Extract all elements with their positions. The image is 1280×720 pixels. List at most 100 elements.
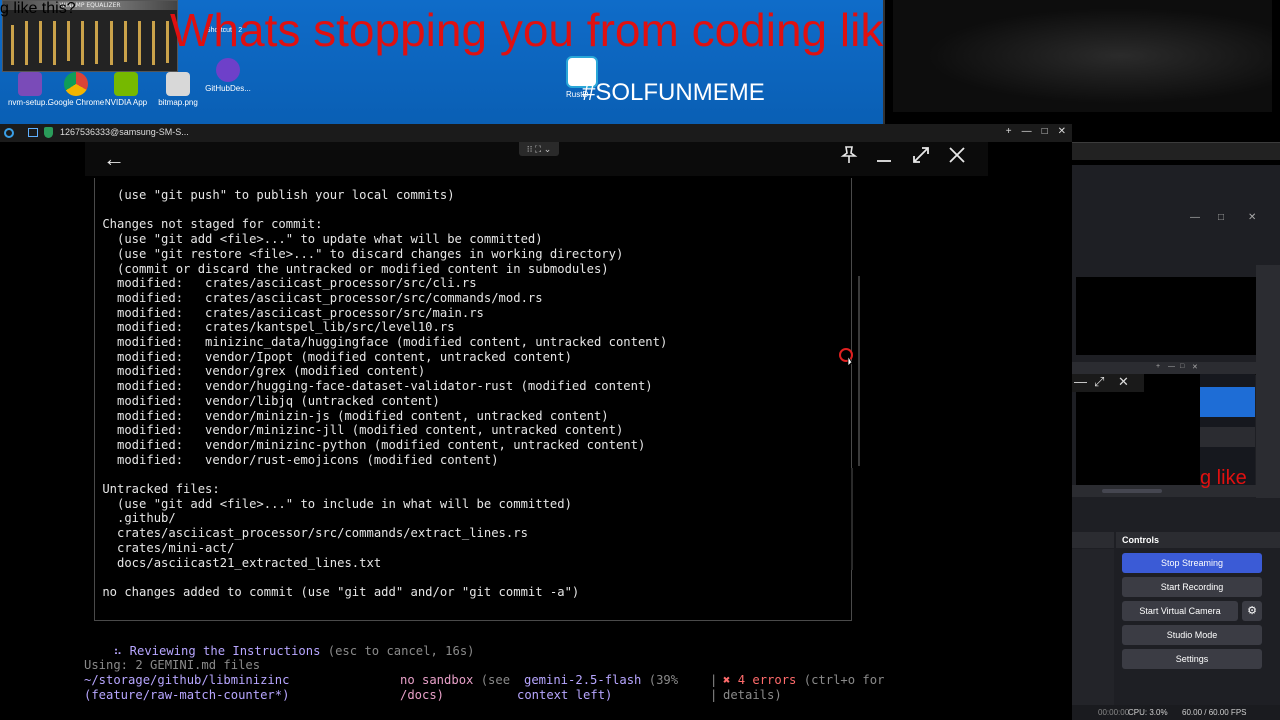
terminal-line: modified: vendor/minizinc-python (modifi… (95, 437, 646, 452)
nested-titlebar: + — □ ✕ (1072, 362, 1256, 374)
nested-controls: — ⤢ ✕ (1072, 374, 1144, 392)
obs-scroll-thumb[interactable] (1102, 489, 1162, 493)
nvidia-icon (114, 72, 138, 96)
terminal-line: (use "git add <file>..." to include in w… (95, 496, 572, 511)
fps-readout: 60.00 / 60.00 FPS (1182, 708, 1247, 717)
cursor-icon-svg (839, 348, 855, 367)
gear-icon[interactable]: ⚙ (1242, 601, 1262, 621)
maximize-icon[interactable]: □ (1218, 212, 1224, 223)
terminal-line: docs/asciicast21_extracted_lines.txt (95, 555, 382, 570)
minimize-icon[interactable]: — (1074, 374, 1087, 389)
terminal-line: no changes added to commit (use "git add… (95, 584, 580, 599)
back-arrow-icon[interactable]: ← (103, 146, 125, 172)
context-files: Using: 2 GEMINI.md files (84, 658, 261, 672)
terminal-line: modified: vendor/hugging-face-dataset-va… (95, 379, 653, 394)
controls-dock-title: Controls (1116, 532, 1280, 548)
start-recording-button[interactable]: Start Recording (1122, 577, 1262, 597)
desktop-icon-github-desktop[interactable]: GitHubDes... (198, 58, 258, 94)
desktop-icon-label: GitHubDes... (205, 84, 251, 93)
obs-preview-text: g like this? (0, 0, 76, 17)
terminal-line: modified: vendor/minizin-js (modified co… (95, 408, 609, 423)
expand-icon-svg (913, 147, 929, 163)
studio-mode-button[interactable]: Studio Mode (1122, 625, 1262, 645)
thinking-hint: (esc to cancel, 16s) (320, 644, 475, 658)
window-controls: + — □ ✕ (1006, 126, 1066, 137)
error-status[interactable]: ✖ 4 errors (ctrl+o for (723, 673, 884, 688)
obs-preview (1076, 277, 1256, 355)
sandbox-label: no sandbox (400, 673, 474, 687)
desktop-icon-label: NVIDIA App (104, 98, 148, 107)
add-icon[interactable]: + (1156, 363, 1160, 370)
mirror-menu-handle[interactable]: ⁝⁝ ⛶ ⌄ (519, 142, 559, 156)
minimize-icon[interactable]: — (1168, 363, 1175, 370)
close-icon[interactable]: ✕ (1192, 363, 1198, 371)
pin-icon[interactable] (840, 145, 858, 171)
remote-window-title: 1267536333@samsung-SM-S... (60, 127, 189, 137)
expand-icon[interactable]: ⤢ (1094, 374, 1104, 390)
shield-icon (44, 127, 53, 138)
terminal-line: modified: vendor/minizinc-jll (modified … (95, 423, 624, 438)
terminal-line: crates/mini-act/ (95, 540, 235, 555)
chrome-icon (64, 72, 88, 96)
close-icon[interactable]: ✕ (1248, 212, 1256, 223)
terminal-line: modified: crates/asciicast_processor/src… (95, 276, 477, 291)
desktop-icon-label: bitmap.png (158, 98, 198, 107)
spinner-icon: ⠦ (113, 644, 123, 658)
terminal-line: (use "git push" to publish your local co… (95, 188, 455, 202)
desktop-icon-nvidia-app[interactable]: NVIDIA App (96, 72, 156, 108)
model-status: gemini-2.5-flash (39% (524, 673, 678, 688)
scrollbar[interactable] (858, 276, 860, 466)
image-file-icon (166, 72, 190, 96)
start-virtual-camera-button[interactable]: Start Virtual Camera (1122, 601, 1238, 621)
eq-sliders[interactable] (11, 21, 169, 65)
monitor-icon[interactable] (28, 128, 38, 137)
expand-icon[interactable] (911, 145, 931, 171)
close-icon[interactable]: ✕ (1118, 374, 1129, 390)
sandbox-see: (see (473, 673, 511, 687)
nested-gray-panel (1200, 427, 1255, 447)
close-icon[interactable]: ✕ (1058, 126, 1066, 137)
close-icon[interactable] (947, 145, 967, 171)
minimize-icon-svg (877, 160, 891, 162)
settings-button[interactable]: Settings (1122, 649, 1262, 669)
error-count: 4 errors (737, 673, 797, 687)
terminal-line: (commit or discard the untracked or modi… (95, 261, 609, 276)
github-icon (216, 58, 240, 82)
stream-time: 00:00:00 (1098, 708, 1130, 717)
model-context: (39% (641, 673, 679, 687)
terminal-line: modified: vendor/grex (modified content) (95, 364, 426, 379)
webcam-image (893, 0, 1272, 112)
maximize-icon[interactable]: □ (1042, 126, 1048, 137)
remote-window-titlebar[interactable]: 1267536333@samsung-SM-S... + — □ ✕ (0, 124, 1072, 142)
stop-streaming-button[interactable]: Stop Streaming (1122, 553, 1262, 573)
terminal-line: .github/ (95, 511, 176, 526)
add-icon[interactable]: + (1006, 126, 1012, 137)
terminal-line: (use "git restore <file>..." to discard … (95, 246, 624, 261)
terminal-line: modified: minizinc_data/huggingface (mod… (95, 335, 668, 349)
error-hint: (ctrl+o for (796, 673, 885, 687)
status-divider: | (710, 688, 718, 702)
status-divider: | (710, 673, 718, 687)
sandbox-docs: /docs) (400, 688, 445, 702)
terminal-line: Untracked files: (95, 482, 220, 496)
git-branch: (feature/raw-match-counter*) (84, 688, 290, 702)
error-icon: ✖ (723, 673, 731, 687)
refresh-icon[interactable] (4, 128, 14, 138)
installer-icon (18, 72, 42, 96)
nested-preview-text: g like (1200, 467, 1247, 489)
terminal-line: modified: crates/asciicast_processor/src… (95, 305, 484, 320)
phone-mirror-header: ← ⁝⁝ ⛶ ⌄ (85, 142, 988, 176)
model-name: gemini-2.5-flash (524, 673, 642, 687)
minimize-icon[interactable]: — (1190, 212, 1200, 223)
scrollbar-track (851, 468, 853, 570)
terminal-line: modified: crates/kantspel_lib/src/level1… (95, 320, 455, 335)
maximize-icon[interactable]: □ (1180, 363, 1184, 370)
obs-titlebar: — □ ✕ (1072, 209, 1264, 229)
obs-dock-strip (1256, 265, 1280, 498)
terminal-line: modified: vendor/rust-emojicons (modifie… (95, 452, 499, 467)
minimize-icon[interactable]: — (1022, 126, 1032, 137)
terminal-line: modified: crates/asciicast_processor/src… (95, 290, 543, 305)
terminal-line: modified: vendor/Ipopt (modified content… (95, 349, 572, 364)
sources-dock-header (1072, 532, 1114, 548)
minimize-icon[interactable] (875, 145, 893, 171)
